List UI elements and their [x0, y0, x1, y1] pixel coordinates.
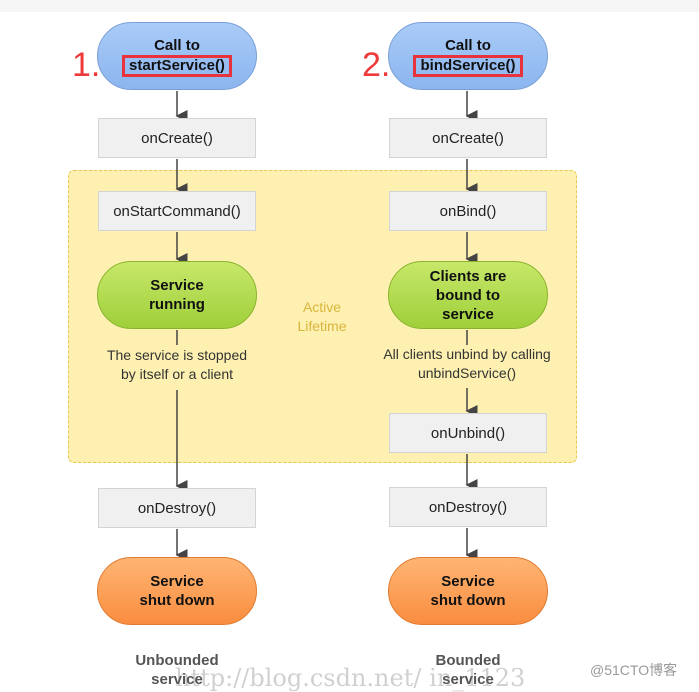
note-line: by itself or a client — [120, 366, 234, 382]
end-line: shut down — [139, 592, 215, 609]
start-service-highlight: startService() — [122, 54, 232, 77]
on-create-node: onCreate() — [389, 118, 547, 158]
call-label: Call to — [154, 36, 200, 54]
bound-line: Clients are — [429, 267, 507, 285]
step-number-2: 2. — [362, 46, 391, 84]
watermark: http://blog.csdn.net/ in_1123 — [175, 664, 526, 692]
lifetime-line: Lifetime — [297, 318, 347, 334]
note-line: All clients unbind by calling — [383, 346, 551, 362]
on-create-node: onCreate() — [98, 118, 256, 158]
end-line: shut down — [430, 592, 506, 609]
shutdown-node: Service shut down — [388, 557, 548, 625]
service-running-node: Service running — [97, 261, 257, 329]
note-line: unbindService() — [417, 365, 517, 381]
site-watermark: @51CTO博客 — [590, 662, 678, 678]
bound-line: service — [442, 305, 494, 323]
end-line: Service — [150, 573, 204, 590]
start-service-node: Call to startService() — [97, 22, 257, 90]
stop-note: The service is stopped by itself or a cl… — [77, 346, 277, 384]
step-number-1: 1. — [72, 46, 101, 84]
shutdown-node: Service shut down — [97, 557, 257, 625]
on-start-command-node: onStartCommand() — [98, 191, 256, 231]
bound-line: bound to — [435, 286, 501, 304]
on-destroy-node: onDestroy() — [98, 488, 256, 528]
running-line: Service — [150, 277, 204, 294]
call-label: Call to — [445, 36, 491, 54]
on-unbind-node: onUnbind() — [389, 413, 547, 453]
end-line: Service — [441, 573, 495, 590]
on-destroy-node: onDestroy() — [389, 487, 547, 527]
running-line: running — [149, 296, 205, 313]
unbind-note: All clients unbind by calling unbindServ… — [367, 345, 567, 383]
bind-service-highlight: bindService() — [413, 54, 523, 77]
active-lifetime-label: Active Lifetime — [282, 298, 362, 336]
note-line: The service is stopped — [106, 347, 248, 363]
bind-service-node: Call to bindService() — [388, 22, 548, 90]
clients-bound-node: Clients are bound to service — [388, 261, 548, 329]
on-bind-node: onBind() — [389, 191, 547, 231]
lifetime-line: Active — [302, 299, 342, 315]
